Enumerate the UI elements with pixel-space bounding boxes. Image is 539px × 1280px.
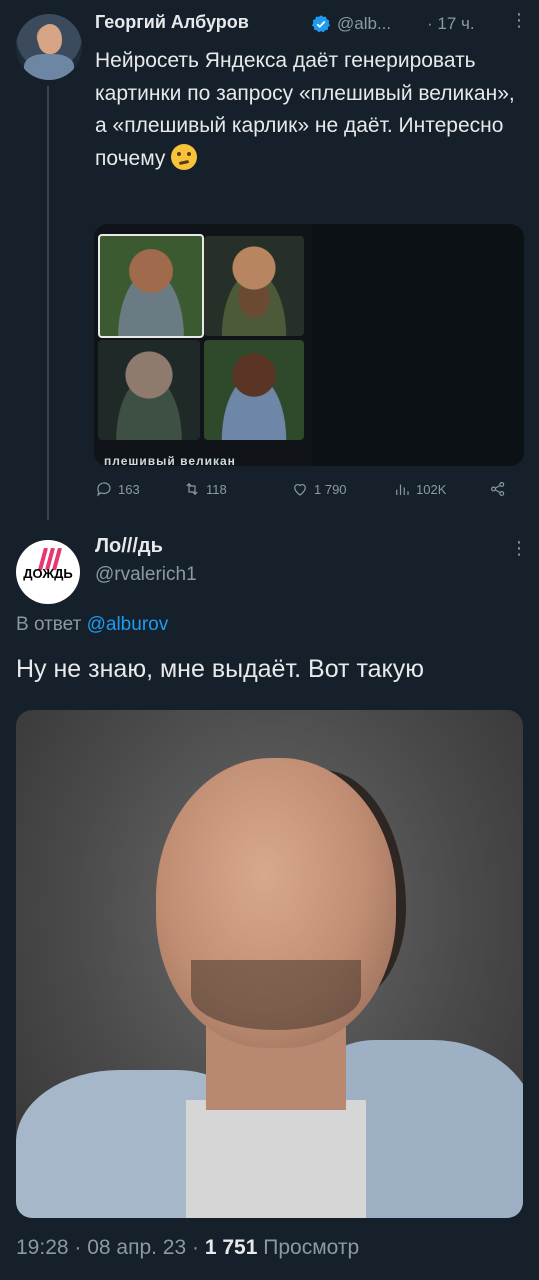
meta-views-label: Просмотр: [263, 1236, 360, 1259]
generated-image-2: [204, 236, 304, 336]
avatar-suit: [24, 54, 74, 80]
media-caption: плешивый великан: [104, 454, 236, 466]
reply-photo[interactable]: [16, 710, 523, 1218]
meta-views-count: 1 751: [204, 1236, 258, 1259]
thread-line: [47, 86, 49, 520]
retweet-icon: [186, 482, 198, 496]
media-collage[interactable]: плешивый великан: [94, 224, 310, 466]
thinking-emoji-icon: [171, 143, 198, 170]
generated-image-1: [98, 234, 204, 338]
avatar-logo-text: ДОЖДЬ: [23, 566, 73, 581]
retweet-count: 118: [206, 481, 227, 497]
more-options-icon[interactable]: ⋮: [510, 10, 528, 31]
reply-icon: [97, 482, 111, 497]
verified-icon: [312, 15, 330, 33]
generated-image-3: [98, 340, 200, 440]
tweet-actions: 163 118 1 790 102K: [95, 480, 525, 504]
share-button[interactable]: [489, 480, 507, 498]
like-button[interactable]: 1 790: [291, 480, 347, 498]
like-count: 1 790: [314, 481, 347, 497]
reply-author-handle[interactable]: @rvalerich1: [95, 564, 197, 586]
avatar-face: [38, 24, 62, 54]
reply-button[interactable]: 163: [95, 480, 140, 498]
like-icon: [294, 484, 306, 496]
reply-author-avatar[interactable]: ДОЖДЬ: [16, 540, 80, 604]
tweet-text-content: Нейросеть Яндекса даёт генерировать карт…: [95, 49, 515, 170]
reply-to-line: В ответ @alburov: [16, 614, 168, 636]
share-icon: [491, 482, 505, 496]
generated-image-4: [204, 340, 304, 440]
tweet-meta: 19:28 · 08 апр. 23 · 1 751 Просмотр: [16, 1236, 359, 1260]
meta-time[interactable]: 19:28 · 08 апр. 23 ·: [16, 1236, 199, 1259]
reply-to-link[interactable]: @alburov: [87, 614, 169, 635]
views-icon: [396, 484, 409, 495]
tweet-media[interactable]: плешивый великан: [94, 224, 524, 466]
author-handle[interactable]: @alb...: [337, 14, 391, 34]
author-name[interactable]: Георгий Албуров: [95, 12, 249, 33]
photo-beard: [191, 960, 361, 1030]
tweet-text: Нейросеть Яндекса даёт генерировать карт…: [95, 45, 525, 175]
reply-prefix: В ответ: [16, 614, 82, 635]
photo-shirt: [186, 1100, 366, 1218]
media-second-image[interactable]: [312, 224, 524, 466]
tweet-time[interactable]: · 17 ч.: [427, 14, 475, 34]
views-button[interactable]: 102K: [393, 480, 446, 498]
views-count: 102K: [416, 481, 447, 497]
reply-author-name[interactable]: Ло///дь: [95, 535, 163, 558]
reply-count: 163: [118, 481, 140, 497]
reply-text: Ну не знаю, мне выдаёт. Вот такую: [16, 655, 424, 683]
retweet-button[interactable]: 118: [183, 480, 227, 498]
more-options-icon[interactable]: ⋮: [510, 538, 528, 559]
author-avatar[interactable]: [16, 14, 82, 80]
